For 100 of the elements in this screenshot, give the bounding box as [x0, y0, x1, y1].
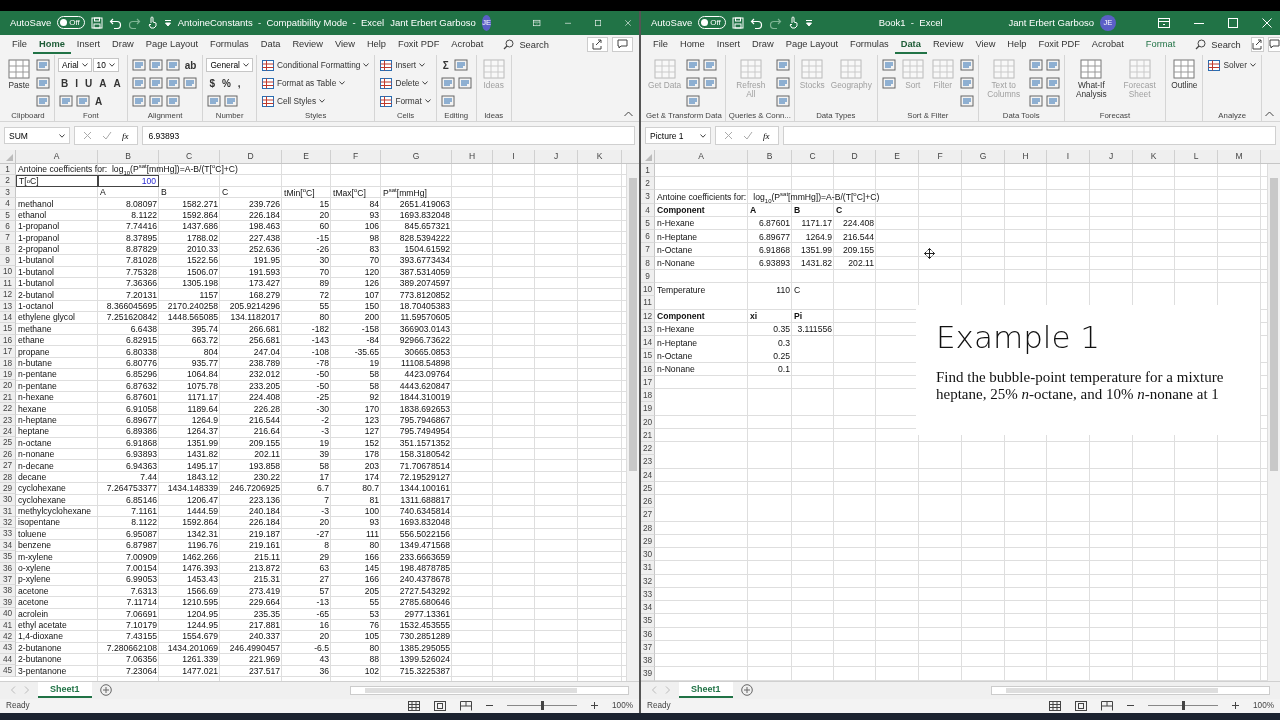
row-header[interactable]: 27 — [0, 460, 16, 472]
row-header[interactable]: 35 — [641, 614, 655, 628]
column-header[interactable]: L — [1175, 149, 1218, 163]
next-sheet-icon[interactable] — [665, 686, 671, 695]
redo-icon[interactable] — [768, 16, 782, 29]
save-icon[interactable] — [731, 16, 744, 29]
ribbon-button[interactable]: Format — [378, 95, 433, 107]
ribbon-button[interactable]: A — [92, 93, 106, 110]
formula-field[interactable]: 6.93893 — [141, 126, 635, 146]
maximize-icon[interactable] — [594, 17, 601, 28]
column-header[interactable]: K — [1133, 149, 1175, 163]
ribbon-tab[interactable]: File — [647, 35, 674, 54]
cancel-icon[interactable] — [83, 131, 92, 141]
column-header[interactable]: B — [748, 149, 792, 163]
ribbon-button[interactable]: Conditional Formatting — [259, 59, 372, 71]
zoom-level[interactable]: 100% — [612, 701, 633, 711]
undo-icon[interactable] — [749, 16, 763, 29]
row-header[interactable]: 26 — [641, 495, 655, 509]
ribbon-tab[interactable]: View — [328, 35, 361, 54]
column-header[interactable]: J — [1090, 149, 1133, 163]
ribbon-tab[interactable]: Foxit PDF — [392, 35, 446, 54]
normal-view-icon[interactable] — [408, 700, 421, 711]
name-box[interactable]: SUM — [4, 127, 70, 145]
row-header[interactable]: 14 — [0, 312, 16, 324]
share-button[interactable] — [1250, 37, 1264, 53]
ribbon-tab[interactable]: Help — [360, 35, 392, 54]
close-icon[interactable] — [624, 17, 631, 28]
row-header[interactable]: 41 — [0, 619, 16, 631]
customize-icon[interactable] — [804, 18, 813, 27]
dropdown-field[interactable]: Arial — [58, 58, 92, 73]
ribbon-tab[interactable]: Formulas — [844, 35, 895, 54]
ribbon-tab[interactable]: Insert — [70, 35, 107, 54]
ribbon-display-icon[interactable] — [533, 17, 541, 28]
column-header[interactable]: B — [98, 149, 159, 163]
row-header[interactable]: 22 — [641, 442, 655, 456]
vertical-scrollbar[interactable] — [626, 163, 639, 681]
comments-button[interactable] — [1267, 37, 1280, 53]
hand-icon[interactable] — [146, 16, 158, 30]
redo-icon[interactable] — [127, 16, 141, 29]
row-header[interactable]: 30 — [641, 548, 655, 562]
row-header[interactable]: 10 — [641, 283, 655, 297]
page-break-icon[interactable] — [1101, 700, 1114, 711]
row-header[interactable]: 31 — [641, 561, 655, 575]
ribbon-tab[interactable]: Review — [926, 35, 970, 54]
cancel-icon[interactable] — [724, 131, 733, 141]
row-header[interactable]: 40 — [0, 608, 16, 620]
select-all-icon[interactable] — [6, 153, 13, 161]
ribbon-tab[interactable]: View — [969, 35, 1002, 54]
ribbon-tab[interactable]: Home — [33, 35, 71, 54]
ribbon-button[interactable]: What-If Analysis — [1067, 56, 1116, 101]
ribbon-button[interactable]: Format as Table — [259, 77, 348, 89]
ribbon-tab[interactable]: Data — [254, 35, 287, 54]
row-header[interactable]: 43 — [0, 642, 16, 654]
search-field[interactable]: Search — [1189, 38, 1247, 52]
row-header[interactable]: 38 — [641, 654, 655, 668]
row-header[interactable]: 12 — [0, 289, 16, 301]
checkmark-icon[interactable] — [743, 131, 753, 141]
row-header[interactable]: 23 — [641, 455, 655, 469]
column-header[interactable]: I — [493, 149, 535, 163]
column-header[interactable]: J — [535, 149, 578, 163]
collapse-icon[interactable] — [1265, 110, 1274, 117]
row-header[interactable]: 10 — [0, 266, 16, 278]
undo-icon[interactable] — [108, 16, 122, 29]
insert-function-button[interactable]: fx — [122, 130, 129, 141]
row-header[interactable]: 30 — [0, 494, 16, 506]
ribbon-button[interactable]: ab — [181, 57, 200, 74]
dropdown-field[interactable]: General — [206, 58, 253, 73]
row-header[interactable]: 34 — [641, 601, 655, 615]
normal-view-icon[interactable] — [1049, 700, 1062, 711]
zoom-level[interactable]: 100% — [1253, 701, 1274, 711]
ribbon-button[interactable]: A — [96, 75, 110, 92]
row-header[interactable]: 2 — [0, 175, 16, 187]
horizontal-scrollbar[interactable] — [991, 685, 1270, 695]
ribbon-tab[interactable]: File — [6, 35, 33, 54]
add-sheet-icon[interactable] — [99, 684, 112, 697]
ribbon-tab[interactable]: Page Layout — [139, 35, 204, 54]
column-header[interactable]: F — [331, 149, 381, 163]
row-header[interactable]: 17 — [0, 346, 16, 358]
close-icon[interactable] — [1262, 17, 1272, 28]
ribbon-tab[interactable]: Acrobat — [445, 35, 490, 54]
ribbon-tab[interactable]: Draw — [746, 35, 780, 54]
row-header[interactable]: 35 — [0, 551, 16, 563]
select-all-icon[interactable] — [645, 153, 652, 161]
ribbon-tab[interactable]: Foxit PDF — [1032, 35, 1086, 54]
row-header[interactable]: 7 — [641, 243, 655, 257]
row-header[interactable]: 28 — [0, 471, 16, 483]
horizontal-scrollbar[interactable] — [350, 685, 629, 695]
page-layout-icon[interactable] — [434, 700, 447, 711]
row-header[interactable]: 25 — [0, 437, 16, 449]
ribbon-button[interactable]: Paste — [5, 56, 33, 92]
row-header[interactable]: 38 — [0, 585, 16, 597]
row-header[interactable]: 5 — [0, 209, 16, 221]
customize-icon[interactable] — [163, 18, 172, 27]
column-header[interactable]: E — [876, 149, 919, 163]
row-header[interactable]: 33 — [0, 528, 16, 540]
comments-button[interactable] — [612, 37, 633, 53]
ribbon-button[interactable]: Outline — [1169, 56, 1200, 92]
ribbon-button[interactable]: $ — [206, 75, 218, 92]
ribbon-tab[interactable]: Page Layout — [779, 35, 844, 54]
ribbon-button[interactable]: Solver — [1206, 59, 1258, 71]
